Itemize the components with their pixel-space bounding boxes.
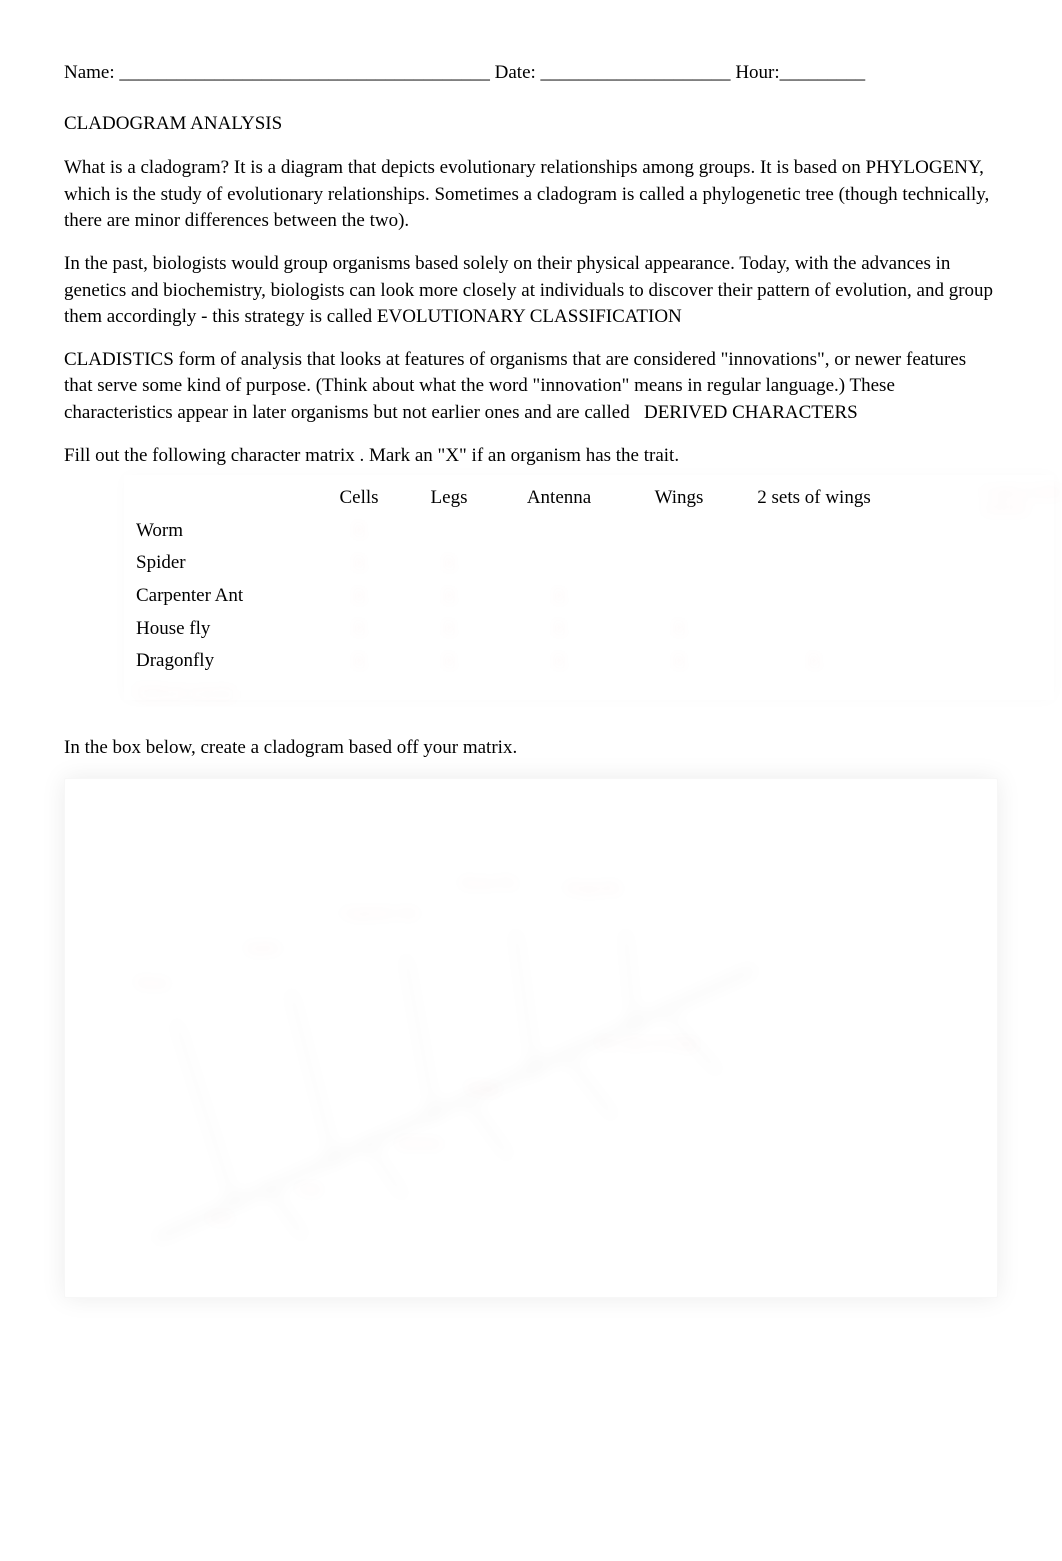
hidden-side-text: Legless/califa animals [984, 485, 1062, 535]
cell[interactable]: X [494, 584, 624, 609]
row-dragonfly: Dragonfly [134, 648, 314, 675]
table-row: House fly X X X X [134, 616, 1034, 643]
col-2wings: 2 sets of wings [734, 485, 894, 512]
cell[interactable]: X [734, 649, 894, 674]
name-field[interactable]: Name: __________________________________… [64, 62, 490, 83]
header-line: Name: __________________________________… [64, 60, 998, 87]
trait-wings: Wings [465, 1079, 501, 1099]
paragraph-1: What is a cladogram? It is a diagram tha… [64, 155, 998, 235]
branch-ant: Carpenter Ant [340, 904, 419, 924]
trait-antenna: Antenna [395, 1134, 442, 1154]
paragraph-3: CLADISTICS form of analysis that looks a… [64, 347, 998, 427]
page-title: CLADOGRAM ANALYSIS [64, 111, 998, 138]
phylogeny-answer: PHYLOGENY [866, 157, 980, 178]
col-antenna: Antenna [494, 485, 624, 512]
cladogram-instruction: In the box below, create a cladogram bas… [64, 735, 998, 762]
cell[interactable]: X [404, 584, 494, 609]
derived-characters-answer: DERIVED CHARACTERS [644, 402, 858, 423]
cell[interactable]: X [404, 649, 494, 674]
cell[interactable]: X [494, 616, 624, 641]
evolutionary-classification-answer: EVOLUTIONARY CLASSIFICATION [377, 306, 682, 327]
character-matrix: Cells Legs Antenna Wings 2 sets of wings… [64, 485, 998, 715]
cell[interactable]: X [314, 551, 404, 576]
cell[interactable]: X [314, 518, 404, 543]
cell[interactable]: X [624, 649, 734, 674]
paragraph-2: In the past, biologists would group orga… [64, 251, 998, 331]
branch-worm: Worm [135, 974, 170, 994]
table-row: Dragonfly X X X X X [134, 648, 1034, 675]
row-ant: Carpenter Ant [134, 583, 314, 610]
trait-2wings: Two Sets of wings [595, 1034, 699, 1054]
hidden-row-label: Velvet worm [134, 681, 314, 708]
table-row: Worm X [134, 518, 1034, 545]
table-row: Spider X X [134, 550, 1034, 577]
row-fly: House fly [134, 616, 314, 643]
cell[interactable]: X [494, 649, 624, 674]
cell[interactable]: X [404, 616, 494, 641]
cladogram-box[interactable]: Worm Spider Carpenter Ant House Fly Drag… [64, 778, 998, 1298]
row-worm: Worm [134, 518, 314, 545]
matrix-instruction: Fill out the following character matrix … [64, 443, 998, 470]
col-wings: Wings [624, 485, 734, 512]
hour-field[interactable]: Hour:_________ [735, 62, 865, 83]
branch-dragonfly: Dragonfly [565, 879, 623, 899]
hidden-answer-row: Velvet worm [134, 681, 1034, 708]
trait-cells: Cells [205, 1209, 234, 1229]
cell[interactable]: X [314, 616, 404, 641]
cell[interactable]: X [404, 551, 494, 576]
cell[interactable]: X [314, 649, 404, 674]
para1-text-a: What is a cladogram? It is a diagram tha… [64, 157, 866, 178]
table-row: Carpenter Ant X X X [134, 583, 1034, 610]
cladistics-answer: CLADISTICS [64, 349, 174, 370]
row-spider: Spider [134, 550, 314, 577]
cell[interactable]: X [624, 616, 734, 641]
col-legs: Legs [404, 485, 494, 512]
branch-fly: House Fly [460, 874, 518, 894]
matrix-header-row: Cells Legs Antenna Wings 2 sets of wings [134, 485, 1034, 512]
trait-legs: Legs [295, 1179, 322, 1199]
cell[interactable]: X [314, 584, 404, 609]
branch-spider: Spider [245, 939, 282, 959]
date-field[interactable]: Date: ____________________ [495, 62, 731, 83]
col-cells: Cells [314, 485, 404, 512]
